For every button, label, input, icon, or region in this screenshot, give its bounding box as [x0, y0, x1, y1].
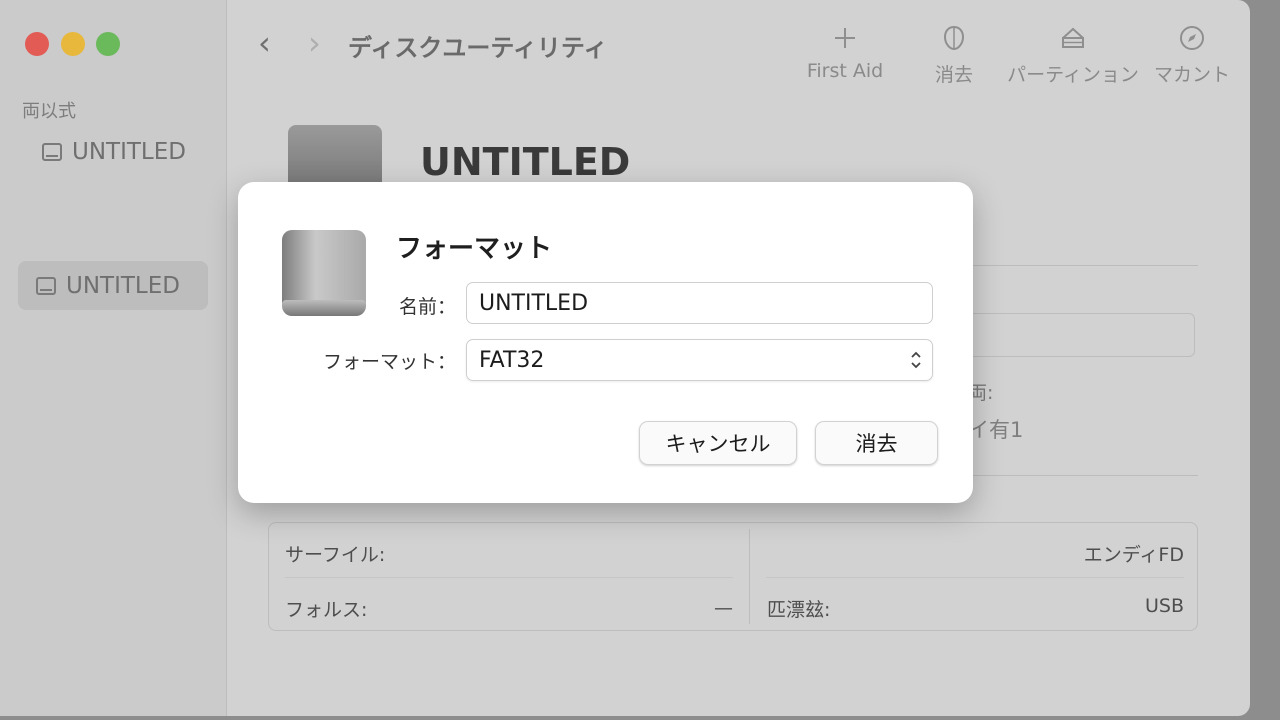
first-aid-button[interactable]: First Aid [800, 20, 890, 82]
chevron-up-down-icon [910, 350, 922, 370]
divider [285, 577, 733, 578]
sidebar-item-untitled-1[interactable]: UNTITLED [42, 139, 186, 165]
background-field [960, 313, 1195, 357]
divider [960, 265, 1198, 266]
divider [749, 529, 750, 624]
partition-icon [1006, 20, 1140, 56]
disk-icon [42, 143, 62, 161]
format-label: フォーマット： [322, 351, 456, 373]
info-value: USB [1144, 595, 1184, 617]
close-button[interactable] [25, 32, 49, 56]
cancel-button[interactable]: キャンセル [639, 421, 797, 465]
divider [960, 475, 1198, 476]
forward-button[interactable]: › [308, 24, 321, 62]
plus-icon [800, 20, 890, 56]
divider [766, 577, 1184, 578]
erase-toolbar-label: 消去 [934, 64, 973, 86]
format-select-value: FAT32 [479, 347, 545, 373]
background-text: イ有1 [968, 418, 1024, 442]
partition-label: パーティンョン [1007, 64, 1139, 86]
drive-icon [288, 125, 382, 185]
info-panel: サーフイル: フォルス: — エンディFD 匹漂玆: USB [268, 522, 1198, 631]
mount-label: マカント [1153, 64, 1230, 86]
erase-button[interactable]: 消去 [815, 421, 938, 465]
dialog-title: フォーマット [396, 234, 553, 264]
sidebar-item-untitled-2[interactable]: UNTITLED [18, 261, 208, 310]
zoom-button[interactable] [96, 32, 120, 56]
back-button[interactable]: ‹ [258, 24, 271, 62]
disk-icon [36, 276, 56, 295]
format-select[interactable]: FAT32 [466, 339, 933, 381]
info-label: フォルス: [285, 599, 368, 621]
window-title: ディスクユーティリティ [348, 34, 608, 62]
volume-title: UNTITLED [420, 140, 631, 184]
name-label: 名前： [398, 296, 456, 318]
mount-button[interactable]: マカント [1152, 20, 1232, 87]
mount-icon [1152, 20, 1232, 56]
sidebar-section-label: 両以式 [22, 101, 76, 122]
name-input[interactable] [466, 282, 933, 324]
sidebar: 両以式 UNTITLED UNTITLED [0, 0, 227, 716]
sidebar-item-label: UNTITLED [66, 272, 180, 299]
info-value: エンディFD [1083, 544, 1184, 566]
sidebar-item-label: UNTITLED [72, 139, 186, 165]
erase-toolbar-button[interactable]: 消去 [924, 20, 984, 87]
info-label: 匹漂玆: [767, 599, 831, 621]
minimize-button[interactable] [61, 32, 85, 56]
first-aid-label: First Aid [806, 60, 884, 82]
info-label: サーフイル: [285, 544, 386, 566]
partition-button[interactable]: パーティンョン [1006, 20, 1140, 87]
erase-icon [924, 20, 984, 56]
format-dialog: フォーマット 名前： フォーマット： FAT32 キャンセル 消去 [238, 182, 973, 503]
info-value: — [714, 597, 733, 619]
